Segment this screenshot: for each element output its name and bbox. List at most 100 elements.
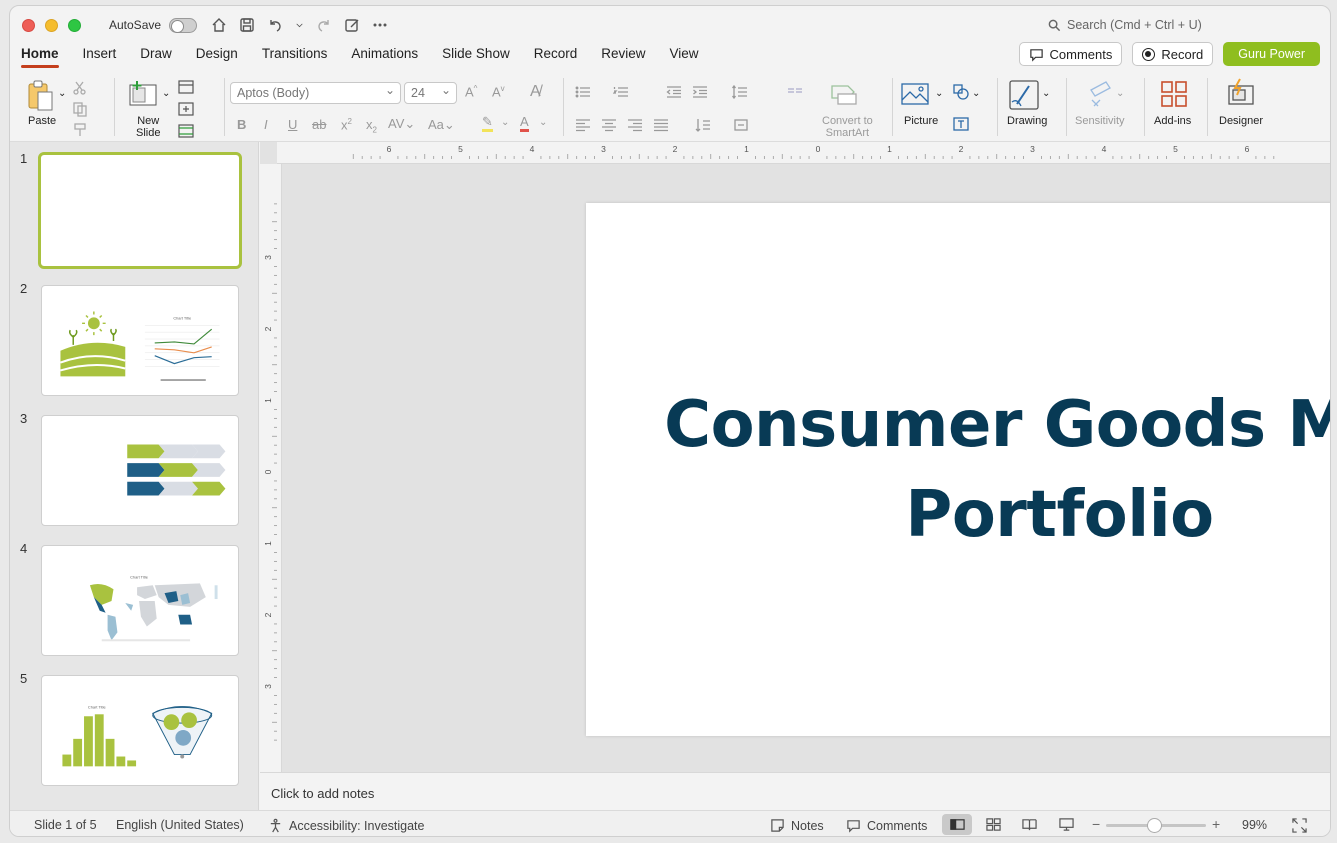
layout-icon[interactable] [178,79,194,95]
clear-formatting-icon[interactable]: A̸ [530,83,541,101]
decrease-font-icon[interactable]: Av [492,84,505,99]
decrease-indent-icon[interactable] [666,84,682,100]
notes-pane[interactable]: Click to add notes [260,772,1330,810]
tab-home[interactable]: Home [21,42,71,68]
bold-icon[interactable]: B [237,117,246,132]
comments-button[interactable]: Comments [1018,42,1123,66]
paste-icon[interactable] [26,80,56,112]
slide-thumbnail-2[interactable]: Chart Title [41,285,239,396]
normal-view-button[interactable] [942,814,972,835]
align-text-icon[interactable] [734,117,750,133]
tab-animations[interactable]: Animations [351,42,430,68]
tab-slide-show[interactable]: Slide Show [442,42,522,68]
smartart-icon[interactable] [830,82,858,106]
superscript-icon[interactable]: x2 [341,117,352,132]
autosave-toggle[interactable] [169,17,198,33]
font-size-dropdown[interactable]: 24 [404,82,457,104]
slide-thumbnail-item[interactable]: 1 [10,151,259,269]
edit-icon[interactable] [344,17,360,33]
addins-icon[interactable] [1160,80,1188,108]
notes-button[interactable]: Notes [770,818,824,833]
slide-thumbnail-item[interactable]: 4 Chart Title [10,541,259,656]
accessibility-status[interactable]: Accessibility: Investigate [268,818,424,833]
highlight-chevron-icon[interactable]: ⌄ [501,117,509,128]
slide-thumbnail-4[interactable]: Chart Title [41,545,239,656]
slide-thumbnail-item[interactable]: 2 Chart Title [10,281,259,396]
cut-icon[interactable] [72,80,88,96]
record-button[interactable]: Record [1132,42,1214,66]
subscript-icon[interactable]: x2 [366,117,377,135]
tab-view[interactable]: View [670,42,711,68]
designer-icon[interactable] [1226,78,1256,108]
align-left-icon[interactable] [575,117,591,133]
new-slide-chevron-icon[interactable]: ⌄ [162,88,170,99]
underline-icon[interactable]: U [288,117,297,132]
text-direction-icon[interactable] [695,117,711,133]
save-icon[interactable] [239,17,255,33]
line-spacing-icon[interactable] [732,84,748,100]
font-color-chevron-icon[interactable]: ⌄ [539,117,547,128]
font-color-icon[interactable]: A [520,115,529,132]
zoom-level[interactable]: 99% [1242,818,1267,832]
horizontal-ruler[interactable]: 6 5 4 3 2 1 0 1 2 3 4 5 6 [277,142,1330,164]
zoom-out-button[interactable]: − [1092,816,1100,832]
section-icon[interactable] [178,123,194,139]
presenter-view-button[interactable] [1051,814,1081,835]
shapes-chevron-icon[interactable]: ⌄ [972,88,980,99]
minimize-window-button[interactable] [45,18,58,32]
slide-thumbnail-item[interactable]: 5 Chart Title [10,671,259,786]
close-window-button[interactable] [22,18,35,32]
reset-icon[interactable] [178,101,194,117]
picture-icon[interactable] [901,83,929,105]
columns-icon[interactable] [787,84,803,100]
reading-view-button[interactable] [1014,814,1044,835]
strikethrough-icon[interactable]: ab [312,117,326,132]
font-name-dropdown[interactable]: Aptos (Body) [230,82,401,104]
copy-icon[interactable] [72,101,88,117]
increase-font-icon[interactable]: A^ [465,84,477,99]
format-painter-icon[interactable] [72,122,88,138]
drawing-icon[interactable] [1009,80,1039,110]
numbering-icon[interactable] [613,84,629,100]
undo-icon[interactable] [267,17,283,33]
redo-icon[interactable] [316,17,332,33]
slide-thumbnail-1[interactable] [38,152,242,269]
align-right-icon[interactable] [627,117,643,133]
slide-thumbnail-3[interactable] [41,415,239,526]
language-status[interactable]: English (United States) [116,818,244,832]
vertical-ruler[interactable]: 3 2 1 0 1 2 3 [260,164,282,772]
picture-chevron-icon[interactable]: ⌄ [935,88,943,99]
tab-design[interactable]: Design [196,42,250,68]
italic-icon[interactable]: I [264,117,268,132]
zoom-in-button[interactable]: + [1212,816,1220,832]
home-icon[interactable] [211,17,227,33]
tab-transitions[interactable]: Transitions [262,42,340,68]
character-spacing-icon[interactable]: AV⌄ [388,116,415,132]
autosave-control[interactable]: AutoSave [109,17,198,33]
bullets-icon[interactable] [575,84,591,100]
text-box-icon[interactable] [953,116,969,132]
align-center-icon[interactable] [601,117,617,133]
chevron-down-icon[interactable] [295,17,304,33]
zoom-window-button[interactable] [68,18,81,32]
zoom-slider-handle[interactable] [1147,818,1162,833]
drawing-chevron-icon[interactable]: ⌄ [1042,88,1050,99]
slide-thumbnail-item[interactable]: 3 [10,411,259,526]
justify-icon[interactable] [653,117,669,133]
paste-chevron-icon[interactable]: ⌄ [58,88,66,99]
guru-power-button[interactable]: Guru Power [1223,42,1320,66]
tab-insert[interactable]: Insert [83,42,129,68]
sensitivity-chevron-icon[interactable]: ⌄ [1116,88,1124,99]
tab-draw[interactable]: Draw [140,42,184,68]
current-slide[interactable]: Consumer Goods M&A Portfolio [586,203,1330,736]
status-comments-button[interactable]: Comments [846,818,927,833]
tab-review[interactable]: Review [601,42,657,68]
fit-to-window-button[interactable] [1292,818,1307,833]
change-case-icon[interactable]: Aa⌄ [428,117,455,133]
increase-indent-icon[interactable] [692,84,708,100]
more-icon[interactable] [372,17,388,33]
tab-record[interactable]: Record [534,42,590,68]
search-box[interactable]: Search (Cmd + Ctrl + U) [1048,18,1202,32]
highlight-icon[interactable]: ✎ [482,115,493,132]
slide-sorter-view-button[interactable] [978,814,1008,835]
